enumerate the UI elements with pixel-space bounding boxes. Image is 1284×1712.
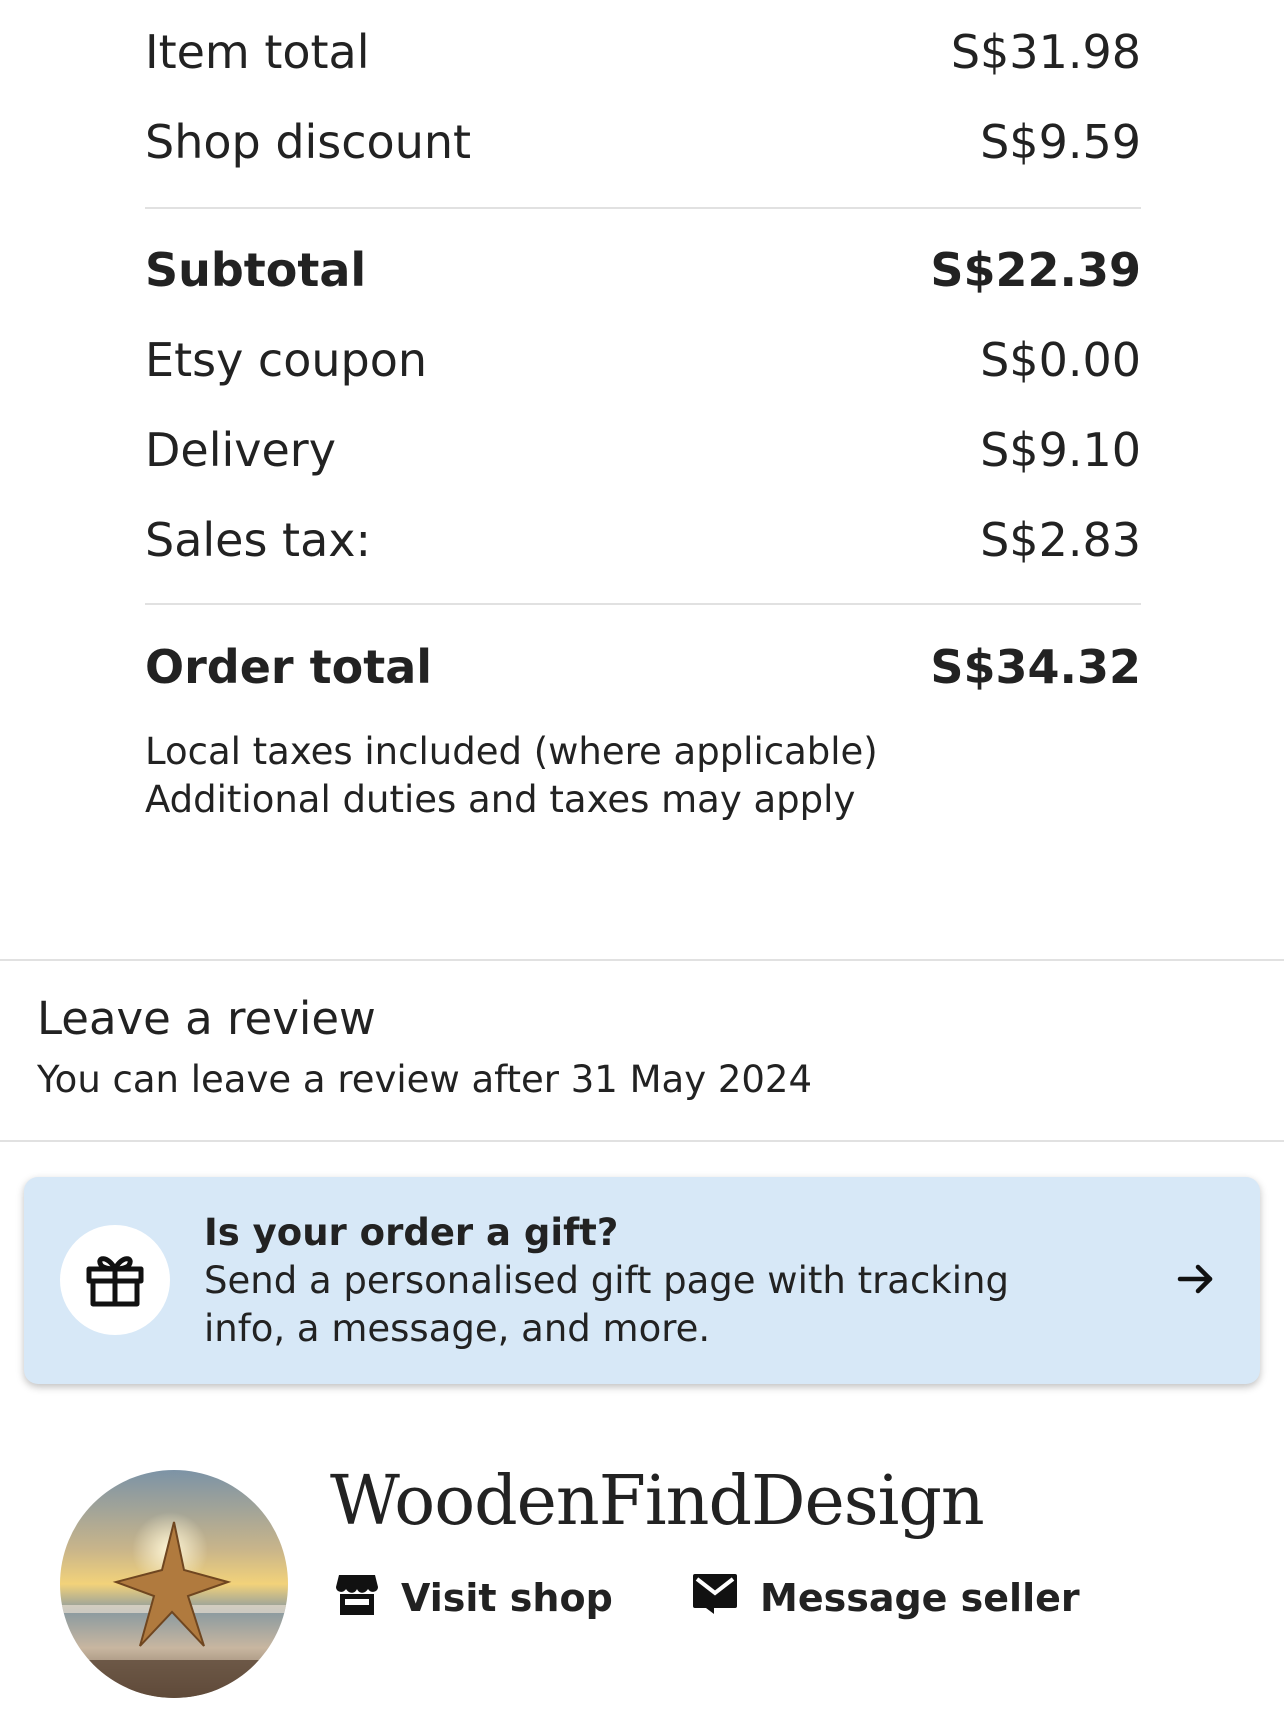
divider xyxy=(145,603,1141,605)
gift-description: Send a personalised gift page with track… xyxy=(204,1259,1009,1350)
tax-note-line: Additional duties and taxes may apply xyxy=(145,778,856,821)
review-title[interactable]: Leave a review xyxy=(37,992,376,1045)
etsy-coupon-value: S$0.00 xyxy=(980,333,1141,387)
item-total-row: Item total S$31.98 xyxy=(145,22,1141,82)
order-total-row: Order total S$34.32 xyxy=(145,637,1141,697)
order-details-page: Item total S$31.98 Shop discount S$9.59 … xyxy=(0,0,1284,1712)
etsy-coupon-row: Etsy coupon S$0.00 xyxy=(145,330,1141,390)
gift-icon-badge xyxy=(60,1225,170,1335)
visit-shop-label: Visit shop xyxy=(401,1576,613,1620)
shop-avatar[interactable] xyxy=(60,1470,288,1698)
tax-note: Local taxes included (where applicable) … xyxy=(145,728,878,824)
arrow-right-icon[interactable] xyxy=(1176,1259,1216,1303)
shop-discount-value: S$9.59 xyxy=(980,115,1141,169)
item-total-value: S$31.98 xyxy=(950,25,1141,79)
message-seller-button[interactable]: Message seller xyxy=(692,1570,1080,1626)
divider xyxy=(145,207,1141,209)
section-divider xyxy=(0,1140,1284,1142)
sales-tax-row: Sales tax: S$2.83 xyxy=(145,510,1141,570)
gift-icon xyxy=(84,1247,146,1313)
review-subtitle: You can leave a review after 31 May 2024 xyxy=(37,1058,813,1101)
sales-tax-label: Sales tax: xyxy=(145,513,372,567)
order-total-value: S$34.32 xyxy=(930,640,1141,694)
delivery-row: Delivery S$9.10 xyxy=(145,420,1141,480)
etsy-coupon-label: Etsy coupon xyxy=(145,333,427,387)
envelope-icon xyxy=(692,1573,738,1624)
delivery-label: Delivery xyxy=(145,423,336,477)
storefront-icon xyxy=(335,1571,379,1626)
delivery-value: S$9.10 xyxy=(980,423,1141,477)
subtotal-row: Subtotal S$22.39 xyxy=(145,240,1141,300)
sales-tax-value: S$2.83 xyxy=(980,513,1141,567)
subtotal-value: S$22.39 xyxy=(930,243,1141,297)
message-seller-label: Message seller xyxy=(760,1576,1080,1620)
order-total-label: Order total xyxy=(145,640,433,694)
subtotal-label: Subtotal xyxy=(145,243,367,297)
shop-discount-row: Shop discount S$9.59 xyxy=(145,112,1141,172)
gift-title: Is your order a gift? xyxy=(204,1211,619,1254)
gift-banner[interactable]: Is your order a gift? Send a personalise… xyxy=(24,1177,1260,1384)
section-divider xyxy=(0,959,1284,961)
shop-name[interactable]: WoodenFindDesign xyxy=(330,1462,985,1541)
shop-discount-label: Shop discount xyxy=(145,115,472,169)
item-total-label: Item total xyxy=(145,25,370,79)
visit-shop-button[interactable]: Visit shop xyxy=(335,1570,613,1626)
tax-note-line: Local taxes included (where applicable) xyxy=(145,730,878,773)
